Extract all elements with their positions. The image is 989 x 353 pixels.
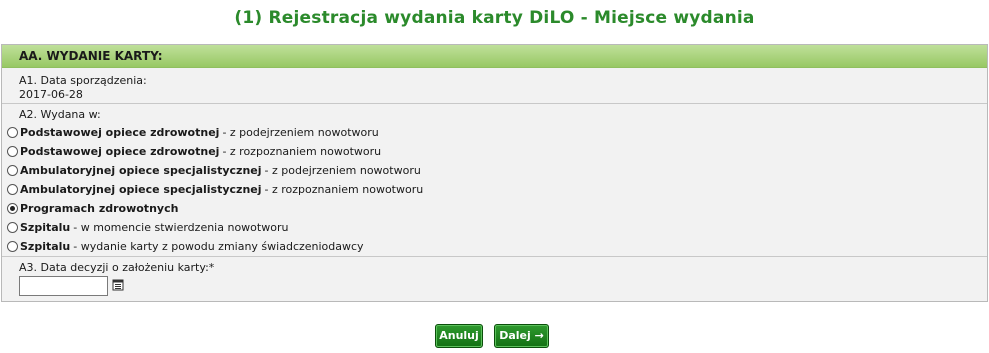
radio-button[interactable] [7, 222, 18, 233]
option-health-programs[interactable]: Programach zdrowotnych [7, 199, 987, 218]
option-hospital-provider-change[interactable]: Szpitalu - wydanie karty z powodu zmiany… [7, 237, 987, 256]
option-title: Szpitalu [20, 221, 71, 234]
card-issue-panel: AA. WYDANIE KARTY: A1. Data sporządzenia… [1, 44, 988, 302]
option-title: Podstawowej opiece zdrowotnej [20, 145, 220, 158]
a3-label: A3. Data decyzji o założeniu karty:* [19, 261, 215, 274]
field-a1: A1. Data sporządzenia: 2017-06-28 [2, 68, 987, 104]
page-title: (1) Rejestracja wydania karty DiLO - Mie… [234, 8, 755, 28]
option-title: Ambulatoryjnej opiece specjalistycznej [20, 183, 262, 196]
decision-date-input[interactable] [19, 276, 108, 296]
option-detail: - w momencie stwierdzenia nowotworu [73, 221, 289, 234]
field-a3: A3. Data decyzji o założeniu karty:* [2, 257, 987, 296]
field-a2: A2. Wydana w: Podstawowej opiece zdrowot… [2, 104, 987, 257]
option-detail: - z rozpoznaniem nowotworu [264, 183, 424, 196]
option-title: Szpitalu [20, 240, 71, 253]
a1-value: 2017-06-28 [19, 88, 83, 101]
option-detail: - z podejrzeniem nowotworu [222, 126, 379, 139]
calendar-icon[interactable] [108, 279, 124, 294]
option-title: Podstawowej opiece zdrowotnej [20, 126, 220, 139]
section-header: AA. WYDANIE KARTY: [2, 45, 987, 68]
option-aos-diagnosis[interactable]: Ambulatoryjnej opiece specjalistycznej -… [7, 180, 987, 199]
option-title: Ambulatoryjnej opiece specjalistycznej [20, 164, 262, 177]
radio-button[interactable] [7, 146, 18, 157]
option-aos-suspicion[interactable]: Ambulatoryjnej opiece specjalistycznej -… [7, 161, 987, 180]
cancel-button[interactable]: Anuluj [435, 324, 483, 348]
option-detail: - wydanie karty z powodu zmiany świadcze… [73, 240, 364, 253]
option-hospital-detection[interactable]: Szpitalu - w momencie stwierdzenia nowot… [7, 218, 987, 237]
option-detail: - z podejrzeniem nowotworu [264, 164, 421, 177]
option-poz-suspicion[interactable]: Podstawowej opiece zdrowotnej - z podejr… [7, 123, 987, 142]
radio-button[interactable] [7, 165, 18, 176]
next-button[interactable]: Dalej → [494, 324, 549, 348]
a2-label: A2. Wydana w: [19, 108, 101, 121]
radio-button[interactable] [7, 184, 18, 195]
a1-label: A1. Data sporządzenia: [19, 74, 147, 87]
option-detail: - z rozpoznaniem nowotworu [222, 145, 382, 158]
option-poz-diagnosis[interactable]: Podstawowej opiece zdrowotnej - z rozpoz… [7, 142, 987, 161]
radio-button[interactable] [7, 241, 18, 252]
radio-button-selected[interactable] [7, 203, 18, 214]
radio-button[interactable] [7, 127, 18, 138]
option-title: Programach zdrowotnych [20, 202, 179, 215]
